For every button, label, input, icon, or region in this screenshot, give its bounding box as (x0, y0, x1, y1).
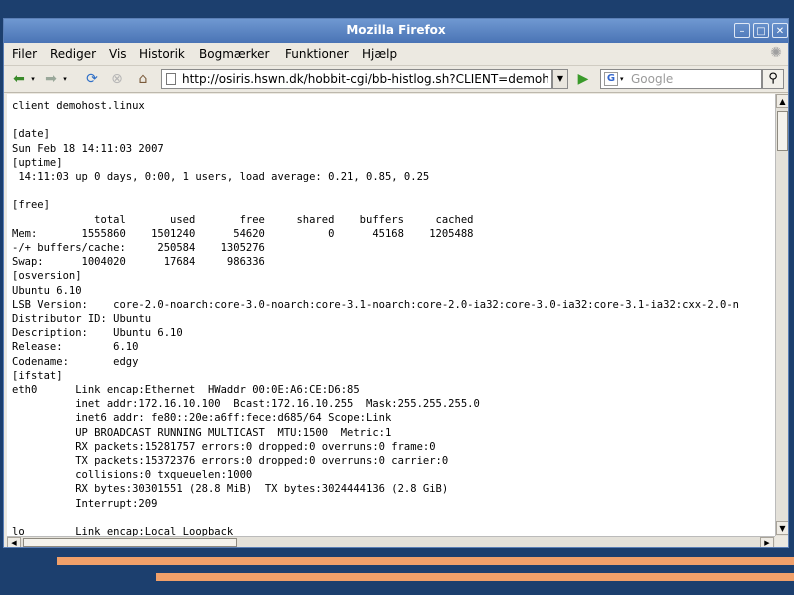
home-icon[interactable]: ⌂ (134, 70, 152, 88)
text-line: inet6 addr: fe80::20e:a6ff:fece:d685/64 … (12, 412, 392, 425)
text-line: Codename: edgy (12, 355, 139, 368)
text-line: client demohost.linux (12, 100, 145, 112)
text-line: -/+ buffers/cache: 250584 1305276 (12, 242, 265, 255)
text-line: Description: Ubuntu 6.10 (12, 327, 183, 340)
back-arrow-icon[interactable]: ⬅ (10, 70, 28, 88)
text-line: UP BROADCAST RUNNING MULTICAST MTU:1500 … (12, 426, 392, 439)
back-history-dropdown[interactable]: ▾ (28, 70, 38, 88)
text-line: [date] (12, 128, 50, 141)
text-line: Swap: 1004020 17684 986336 (12, 256, 265, 269)
text-line: lo Link encap:Local Loopback (12, 526, 234, 536)
forward-history-dropdown[interactable]: ▾ (60, 70, 70, 88)
scroll-left-arrow-icon[interactable]: ◀ (7, 537, 21, 547)
menu-filer[interactable]: Filer (12, 47, 37, 61)
text-line: Release: 6.10 (12, 341, 139, 354)
raw-text-output: client demohost.linux [date] Sun Feb 18 … (12, 99, 739, 536)
text-line: Sun Feb 18 14:11:03 2007 (12, 142, 164, 155)
text-line: collisions:0 txqueuelen:1000 (12, 469, 253, 482)
menu-bogmaerker[interactable]: Bogmærker (199, 47, 269, 61)
forward-arrow-icon[interactable]: ➡ (42, 70, 60, 88)
horizontal-scrollbar[interactable]: ◀ ▶ (7, 536, 775, 547)
search-engine-dropdown[interactable]: ▾ (620, 72, 624, 86)
reload-icon[interactable]: ⟳ (83, 70, 101, 88)
text-line: [ifstat] (12, 369, 63, 382)
text-line: LSB Version: core-2.0-noarch:core-3.0-no… (12, 298, 739, 311)
slide-accent-bar-bottom (156, 573, 794, 581)
menu-hjaelp[interactable]: Hjælp (362, 47, 397, 61)
browser-window: Mozilla Firefox – □ ✕ Filer Rediger Vis … (3, 18, 789, 548)
text-line: RX bytes:30301551 (28.8 MiB) TX bytes:30… (12, 483, 449, 496)
menu-vis[interactable]: Vis (109, 47, 127, 61)
maximize-icon[interactable]: □ (753, 23, 769, 38)
google-icon[interactable]: G (604, 72, 618, 86)
menu-historik[interactable]: Historik (139, 47, 185, 61)
text-line: inet addr:172.16.10.100 Bcast:172.16.10.… (12, 398, 480, 411)
menu-bar: Filer Rediger Vis Historik Bogmærker Fun… (4, 43, 788, 65)
stop-icon[interactable]: ⊗ (108, 70, 126, 88)
slide-accent-bar-top (57, 557, 794, 565)
url-input[interactable] (182, 71, 548, 87)
text-line: total used free shared buffers cached (12, 213, 474, 226)
text-line: TX packets:15372376 errors:0 dropped:0 o… (12, 455, 449, 468)
minimize-icon[interactable]: – (734, 23, 750, 38)
page-favicon-icon (166, 73, 176, 85)
scroll-right-arrow-icon[interactable]: ▶ (760, 537, 774, 547)
horizontal-scroll-thumb[interactable] (23, 538, 237, 547)
go-arrow-icon[interactable]: ▶ (572, 70, 594, 88)
scroll-down-arrow-icon[interactable]: ▼ (776, 521, 788, 535)
text-line: [osversion] (12, 270, 82, 283)
text-line: RX packets:15281757 errors:0 dropped:0 o… (12, 440, 436, 453)
text-line: 14:11:03 up 0 days, 0:00, 1 users, load … (12, 171, 430, 184)
window-title: Mozilla Firefox (346, 23, 446, 37)
scroll-up-arrow-icon[interactable]: ▲ (776, 94, 788, 108)
text-line: Interrupt:209 (12, 497, 158, 510)
search-box: G ▾ (600, 69, 762, 89)
text-line: [uptime] (12, 156, 63, 169)
title-bar: Mozilla Firefox – □ ✕ (4, 19, 788, 43)
text-line: Ubuntu 6.10 (12, 284, 82, 297)
menu-rediger[interactable]: Rediger (50, 47, 96, 61)
navigation-toolbar: ⬅ ▾ ➡ ▾ ⟳ ⊗ ⌂ ▼ ▶ G ▾ ⚲ (4, 65, 788, 93)
menu-funktioner[interactable]: Funktioner (285, 47, 349, 61)
text-line: [free] (12, 199, 50, 212)
throbber-icon: ✺ (770, 45, 782, 61)
search-input[interactable] (631, 71, 759, 87)
url-history-dropdown[interactable]: ▼ (552, 69, 568, 89)
close-icon[interactable]: ✕ (772, 23, 788, 38)
url-bar (161, 69, 552, 89)
text-line: eth0 Link encap:Ethernet HWaddr 00:0E:A6… (12, 384, 360, 397)
text-line: Mem: 1555860 1501240 54620 0 45168 12054… (12, 227, 474, 240)
vertical-scrollbar[interactable]: ▲ ▼ (775, 94, 788, 536)
text-line: Distributor ID: Ubuntu (12, 313, 152, 326)
vertical-scroll-thumb[interactable] (777, 111, 788, 151)
page-content: client demohost.linux [date] Sun Feb 18 … (7, 94, 775, 536)
magnifier-icon[interactable]: ⚲ (762, 69, 784, 89)
